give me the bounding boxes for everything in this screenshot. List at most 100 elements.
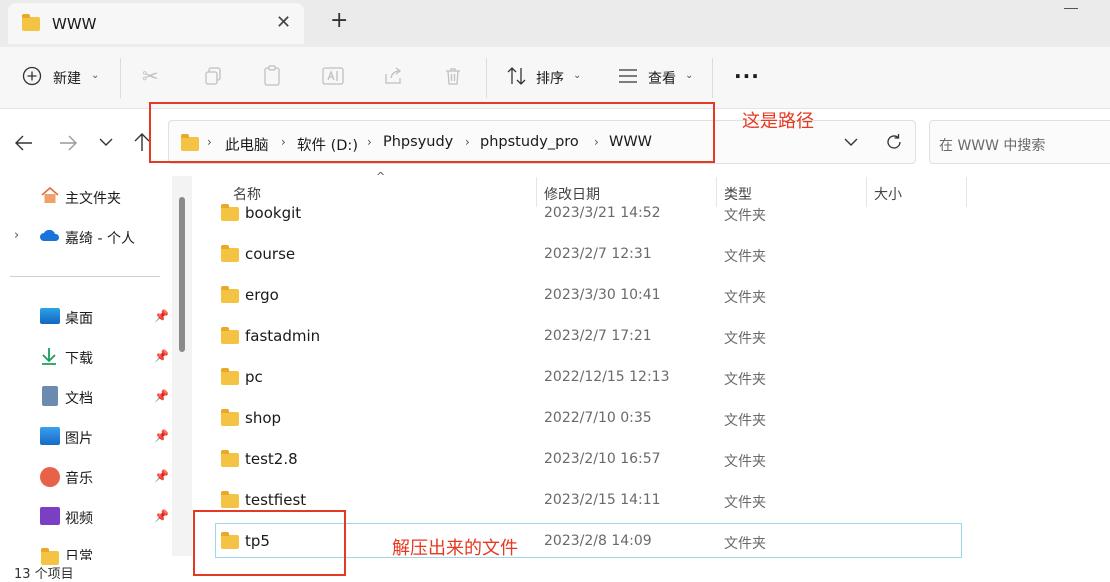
file-modified: 2023/2/8 14:09 [544,533,652,549]
file-modified: 2022/7/10 0:35 [544,410,652,426]
sidebar-item-documents[interactable]: 文档 [65,388,93,408]
folder-icon [221,204,239,221]
folder-icon [221,245,239,262]
file-type: 文件夹 [724,249,766,265]
sidebar-item-videos[interactable]: 视频 [65,508,93,528]
minimize-button[interactable] [1064,8,1078,9]
chevron-down-icon[interactable]: ⌄ [573,70,581,81]
folder-icon [221,327,239,344]
file-type: 文件夹 [724,413,766,429]
view-icon[interactable] [618,68,638,84]
sidebar-item-home[interactable]: 主文件夹 [65,188,121,208]
desktop-icon [40,308,60,324]
sidebar-item-pictures[interactable]: 图片 [65,428,93,448]
status-item-count: 13 个项目 [14,567,74,582]
file-name[interactable]: testfiest [245,491,306,509]
sort-icon[interactable] [506,66,528,86]
chevron-down-icon[interactable]: ⌄ [685,70,693,81]
file-name[interactable]: course [245,245,295,263]
file-type: 文件夹 [724,331,766,347]
pin-icon[interactable]: 📌 [154,389,169,403]
chevron-down-icon[interactable]: ⌄ [91,70,99,81]
music-icon [40,467,60,487]
forward-button[interactable] [58,134,78,152]
file-name[interactable]: shop [245,409,281,427]
path-highlight-box [149,102,715,163]
new-button-label[interactable]: 新建 [53,68,81,88]
tab-www[interactable]: WWW ✕ [8,3,304,44]
sidebar-item-music[interactable]: 音乐 [65,468,93,488]
new-button[interactable] [22,66,42,86]
file-highlight-box [193,510,346,576]
documents-icon [42,386,58,406]
rename-icon[interactable] [322,66,344,86]
sidebar-item-downloads[interactable]: 下载 [65,348,93,368]
column-divider[interactable] [866,177,867,207]
cut-icon[interactable]: ✂ [142,64,159,88]
column-name[interactable]: 名称 [233,184,261,204]
more-options-button[interactable]: ··· [734,64,760,88]
sort-button[interactable]: 排序 [536,68,564,88]
column-size[interactable]: 大小 [874,184,902,204]
path-annotation: 这是路径 [742,111,814,132]
videos-icon [40,507,60,525]
sidebar-item-onedrive[interactable]: 嘉绮 - 个人 [65,228,135,248]
copy-icon[interactable] [203,66,223,86]
column-divider[interactable] [716,177,717,207]
file-modified: 2023/2/10 16:57 [544,451,661,467]
delete-icon[interactable] [443,66,463,86]
file-modified: 2022/12/15 12:13 [544,369,670,385]
toolbar-divider [120,58,121,98]
file-name[interactable]: pc [245,368,263,386]
column-divider[interactable] [966,177,967,207]
sidebar-divider [10,276,160,277]
download-icon [40,346,58,366]
paste-icon[interactable] [262,65,282,87]
file-name[interactable]: bookgit [245,204,301,222]
column-divider[interactable] [536,177,537,207]
file-modified: 2023/2/7 12:31 [544,246,652,262]
file-modified: 2023/2/7 17:21 [544,328,652,344]
sidebar-item-daily[interactable]: 日常 [65,546,93,560]
file-name[interactable]: fastadmin [245,327,320,345]
pin-icon[interactable]: 📌 [154,309,169,323]
folder-icon [221,286,239,303]
file-name[interactable]: test2.8 [245,450,298,468]
recent-locations-button[interactable] [99,136,113,148]
share-icon[interactable] [383,66,403,86]
file-name[interactable]: ergo [245,286,279,304]
pin-icon[interactable]: 📌 [154,349,169,363]
plus-circle-icon [22,66,42,86]
folder-icon [221,368,239,385]
file-type: 文件夹 [724,536,766,552]
refresh-button[interactable] [885,133,903,151]
search-input[interactable]: 在 WWW 中搜索 [939,135,1045,155]
new-tab-button[interactable]: + [330,8,348,33]
sort-ascending-icon: ^ [376,170,386,183]
address-history-button[interactable] [844,136,858,148]
back-button[interactable] [14,134,34,152]
sidebar-scrollbar[interactable] [179,197,185,352]
file-type: 文件夹 [724,495,766,511]
close-tab-button[interactable]: ✕ [276,12,291,33]
sidebar-item-desktop[interactable]: 桌面 [65,308,93,328]
folder-icon [221,409,239,426]
view-button[interactable]: 查看 [648,68,676,88]
pictures-icon [40,427,60,445]
pin-icon[interactable]: 📌 [154,429,169,443]
pin-icon[interactable]: 📌 [154,469,169,483]
file-modified: 2023/2/15 14:11 [544,492,661,508]
file-annotation: 解压出来的文件 [392,538,518,559]
toolbar-divider [712,58,713,98]
chevron-right-icon[interactable]: › [14,228,19,243]
column-type[interactable]: 类型 [724,184,752,204]
file-modified: 2023/3/30 10:41 [544,287,661,303]
folder-icon [221,450,239,467]
column-modified[interactable]: 修改日期 [544,184,600,204]
pin-icon[interactable]: 📌 [154,509,169,523]
folder-icon [22,14,40,31]
file-type: 文件夹 [724,208,766,224]
folder-icon [221,491,239,508]
file-type: 文件夹 [724,372,766,388]
file-modified: 2023/3/21 14:52 [544,205,661,221]
